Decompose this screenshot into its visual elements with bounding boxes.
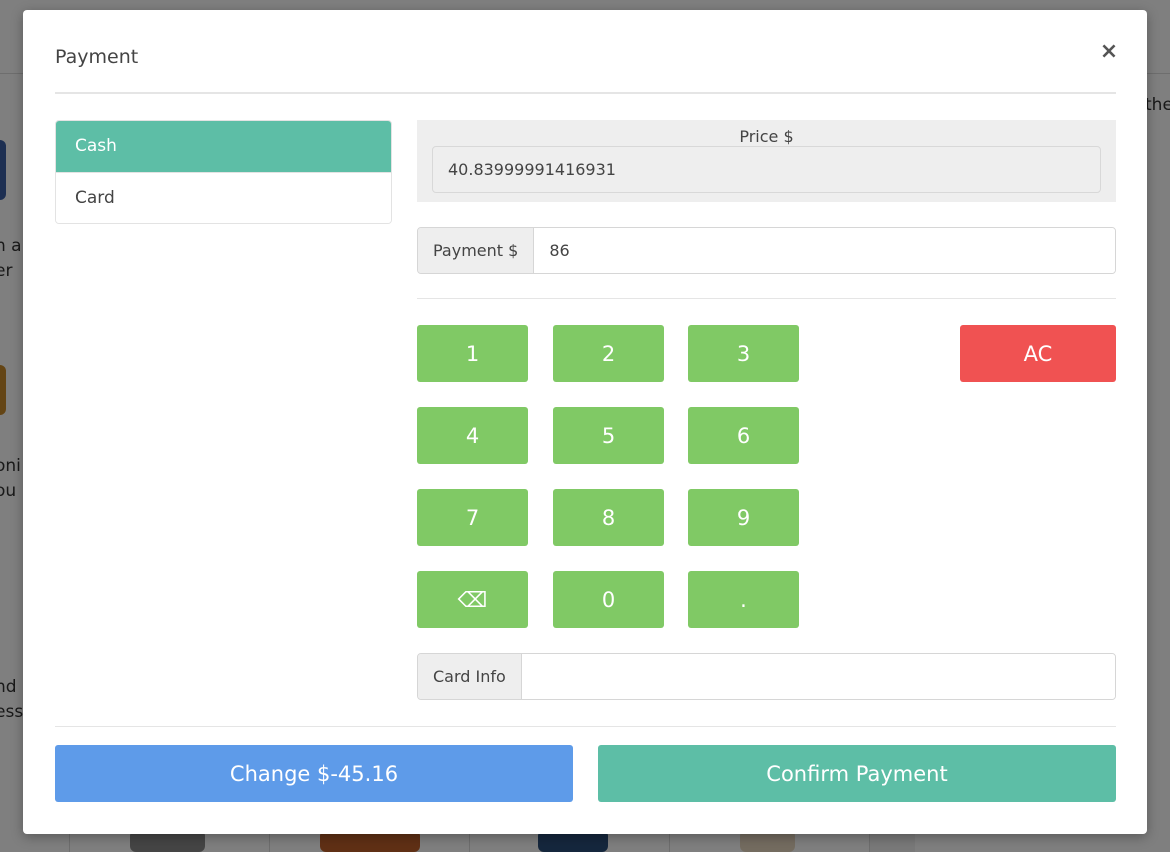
keypad-key-9[interactable]: 9 — [688, 489, 799, 546]
keypad-key-8[interactable]: 8 — [553, 489, 664, 546]
keypad-key-7[interactable]: 7 — [417, 489, 528, 546]
keypad-key-1[interactable]: 1 — [417, 325, 528, 382]
header-divider — [55, 92, 1116, 94]
price-label: Price $ — [739, 127, 794, 146]
modal-title: Payment — [55, 46, 139, 68]
close-icon[interactable]: × — [1098, 40, 1120, 64]
payment-method-cash[interactable]: Cash — [56, 121, 391, 172]
confirm-payment-button[interactable]: Confirm Payment — [598, 745, 1116, 802]
payment-input[interactable] — [534, 228, 1115, 273]
keypad-key-5[interactable]: 5 — [553, 407, 664, 464]
card-info-input[interactable] — [521, 654, 1115, 699]
payment-input-group: Payment $ — [417, 227, 1116, 274]
clear-all-button[interactable]: AC — [960, 325, 1116, 382]
payment-method-list: Cash Card — [55, 120, 392, 224]
keypad-key-3[interactable]: 3 — [688, 325, 799, 382]
keypad-key-0[interactable]: 0 — [553, 571, 664, 628]
payment-method-card[interactable]: Card — [56, 172, 391, 223]
payment-label: Payment $ — [418, 228, 535, 273]
card-info-label: Card Info — [418, 654, 522, 699]
keypad-key-2[interactable]: 2 — [553, 325, 664, 382]
card-info-input-group: Card Info — [417, 653, 1116, 700]
keypad-key-decimal[interactable]: . — [688, 571, 799, 628]
keypad-key-4[interactable]: 4 — [417, 407, 528, 464]
change-button[interactable]: Change $-45.16 — [55, 745, 573, 802]
payment-modal: Payment × Cash Card Price $ 40.839999914… — [23, 10, 1147, 834]
keypad-divider — [417, 298, 1116, 299]
footer-divider — [55, 726, 1116, 727]
keypad-key-6[interactable]: 6 — [688, 407, 799, 464]
price-panel: Price $ 40.83999991416931 — [417, 120, 1116, 202]
price-field: 40.83999991416931 — [432, 146, 1101, 193]
backspace-icon[interactable]: ⌫ — [417, 571, 528, 628]
